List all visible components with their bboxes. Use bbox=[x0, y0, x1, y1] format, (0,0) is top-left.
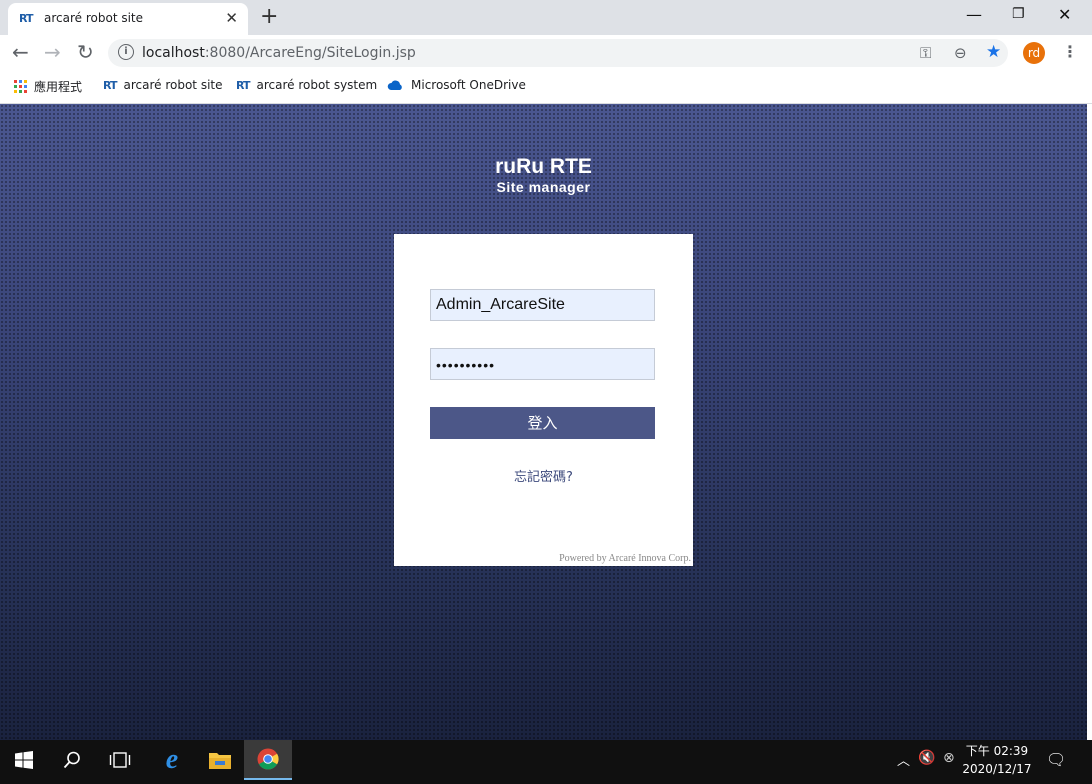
window-close-button[interactable]: ✕ bbox=[1058, 5, 1071, 24]
forgot-password-link[interactable]: 忘記密碼? bbox=[394, 466, 693, 485]
site-favicon-icon: RT bbox=[103, 78, 118, 92]
back-arrow-icon[interactable]: ← bbox=[12, 41, 29, 63]
clock-date: 2020/12/17 bbox=[962, 762, 1032, 776]
restore-button[interactable]: ❐ bbox=[1012, 6, 1025, 22]
browser-tab-strip: RT arcaré robot site ✕ + — ❐ ✕ bbox=[0, 0, 1092, 35]
search-icon bbox=[63, 751, 80, 769]
minimize-button[interactable]: — bbox=[966, 5, 982, 24]
taskbar-file-explorer[interactable] bbox=[196, 740, 244, 780]
browser-tab[interactable]: RT arcaré robot site ✕ bbox=[8, 3, 248, 35]
taskbar-internet-explorer[interactable]: e bbox=[148, 740, 196, 780]
zoom-icon[interactable]: ⊖ bbox=[954, 44, 967, 62]
bookmark-robot-site[interactable]: RT arcaré robot site bbox=[103, 78, 223, 92]
task-view-button[interactable] bbox=[96, 740, 144, 780]
login-page: ruRu RTE Site manager Admin_ArcareSite •… bbox=[0, 104, 1087, 740]
bookmark-label: Microsoft OneDrive bbox=[411, 78, 526, 92]
address-bar[interactable]: i localhost:8080/ArcareEng/SiteLogin.jsp… bbox=[108, 39, 1008, 67]
search-button[interactable] bbox=[48, 740, 96, 780]
clock-time: 下午 02:39 bbox=[965, 744, 1029, 758]
page-subtitle: Site manager bbox=[496, 179, 591, 195]
bookmark-label: 應用程式 bbox=[34, 80, 83, 94]
bookmark-robot-system[interactable]: RT arcaré robot system bbox=[236, 78, 377, 92]
show-hidden-icons-icon[interactable]: ︿ bbox=[897, 750, 910, 769]
chrome-icon bbox=[257, 748, 279, 770]
notification-icon[interactable]: 🗨 bbox=[1046, 750, 1066, 769]
task-view-icon bbox=[109, 752, 131, 768]
powered-by-text: Powered by Arcaré Innova Corp. bbox=[559, 553, 691, 564]
tab-title: arcaré robot site bbox=[44, 11, 144, 25]
tab-close-icon[interactable]: ✕ bbox=[225, 9, 238, 27]
site-info-icon[interactable]: i bbox=[118, 44, 134, 60]
onedrive-icon bbox=[387, 80, 402, 90]
system-clock[interactable]: 下午 02:39 2020/12/17 bbox=[960, 742, 1034, 778]
page-title: ruRu RTE bbox=[495, 155, 592, 178]
site-favicon-icon: RT bbox=[236, 78, 251, 92]
site-favicon-icon: RT bbox=[19, 12, 34, 25]
bookmark-label: arcaré robot system bbox=[256, 78, 378, 92]
network-error-icon[interactable]: ⊗ bbox=[943, 750, 955, 766]
bookmark-star-icon[interactable]: ★ bbox=[986, 42, 1001, 62]
login-button[interactable]: 登入 bbox=[430, 407, 655, 439]
new-tab-button[interactable]: + bbox=[260, 5, 278, 29]
key-icon[interactable]: ⚿ bbox=[920, 44, 931, 62]
windows-taskbar: e ︿ 🔇 ⊗ 下午 02:39 2020/12/17 🗨 bbox=[0, 740, 1092, 784]
bookmarks-bar: 應用程式 RT arcaré robot site RT arcaré robo… bbox=[0, 71, 1092, 104]
username-field[interactable]: Admin_ArcareSite bbox=[430, 289, 655, 321]
folder-icon bbox=[209, 753, 231, 769]
password-field[interactable]: •••••••••• bbox=[430, 348, 655, 380]
apps-grid-icon bbox=[14, 80, 27, 93]
address-url[interactable]: localhost:8080/ArcareEng/SiteLogin.jsp bbox=[142, 45, 416, 61]
bookmark-onedrive[interactable]: Microsoft OneDrive bbox=[387, 78, 526, 92]
browser-toolbar: ← → ↻ i localhost:8080/ArcareEng/SiteLog… bbox=[0, 35, 1092, 71]
windows-logo-icon bbox=[15, 751, 33, 769]
bookmark-label: arcaré robot site bbox=[123, 78, 223, 92]
volume-muted-icon[interactable]: 🔇 bbox=[918, 750, 935, 766]
login-card: Admin_ArcareSite •••••••••• 登入 忘記密碼? Pow… bbox=[394, 234, 693, 566]
reload-icon[interactable]: ↻ bbox=[77, 41, 94, 63]
start-button[interactable] bbox=[0, 740, 48, 780]
profile-avatar[interactable]: rd bbox=[1023, 42, 1045, 64]
browser-menu-icon[interactable]: ⋮ bbox=[1062, 42, 1078, 61]
forward-arrow-icon[interactable]: → bbox=[44, 41, 61, 63]
bookmark-apps[interactable]: 應用程式 bbox=[14, 78, 82, 95]
internet-explorer-icon: e bbox=[165, 744, 179, 775]
scrollbar-gutter bbox=[1087, 104, 1092, 740]
taskbar-chrome[interactable] bbox=[244, 740, 292, 780]
